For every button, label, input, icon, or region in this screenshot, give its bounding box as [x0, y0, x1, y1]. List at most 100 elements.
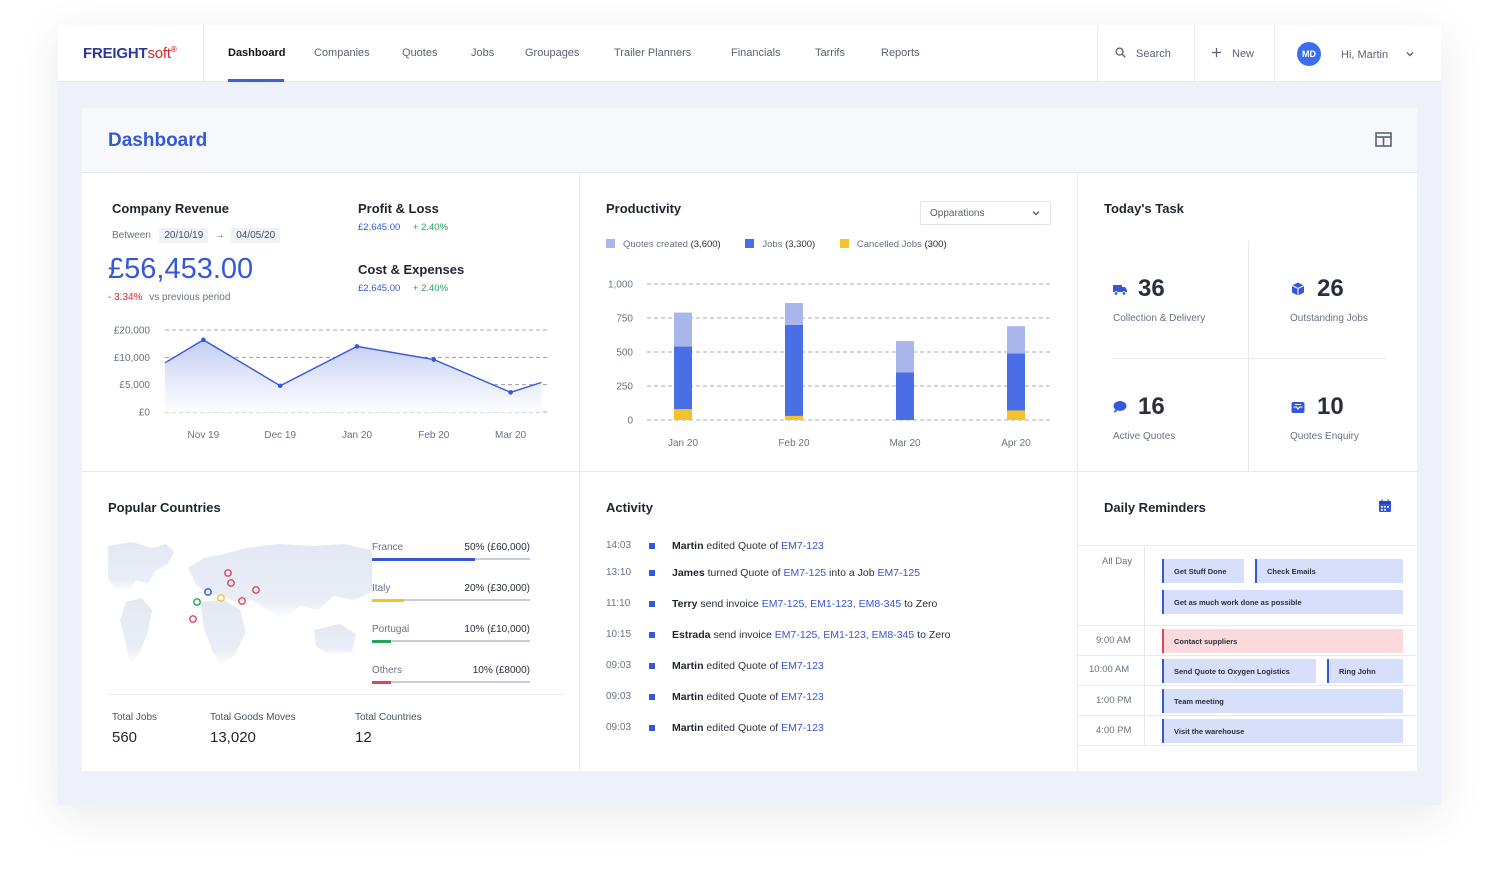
divider — [1274, 25, 1275, 82]
nav-reports[interactable]: Reports — [881, 47, 920, 59]
reminder-time-9am: 9:00 AM — [1096, 635, 1131, 646]
event-contact-suppliers[interactable]: Contact suppliers — [1162, 629, 1403, 653]
world-map[interactable] — [108, 540, 372, 676]
nav-financials[interactable]: Financials — [731, 47, 781, 59]
inbox-icon — [1291, 402, 1305, 413]
event-visit-warehouse[interactable]: Visit the warehouse — [1162, 719, 1403, 743]
country-row[interactable]: France 50% (£60,000) — [372, 542, 530, 562]
chevron-down-icon — [1032, 211, 1040, 216]
productivity-chart: 1,000 750 500 250 0 Jan 20 Feb 20 Mar 20 Apr 20 — [608, 280, 1052, 449]
dashboard-card: Dashboard Company Revenue Between 20/10/… — [82, 108, 1417, 771]
event-get-work-done[interactable]: Get as much work done as possible — [1162, 590, 1403, 614]
activity-reference-link[interactable]: EM7-125, EM1-123, EM8-345 — [762, 598, 901, 610]
reminder-time-all-day: All Day — [1102, 556, 1133, 567]
calendar-icon[interactable] — [1378, 499, 1392, 513]
revenue-panel: Company Revenue Between 20/10/19 → 04/05… — [82, 173, 580, 472]
stat-total-countries-label: Total Countries — [355, 712, 422, 723]
bar-segment — [674, 346, 692, 410]
event-team-meeting[interactable]: Team meeting — [1162, 689, 1403, 713]
revenue-point — [508, 390, 513, 395]
brand-mark: ® — [170, 45, 177, 54]
activity-reference-link[interactable]: EM7-123 — [781, 660, 824, 672]
divider — [1078, 545, 1416, 546]
stat-total-jobs-label: Total Jobs — [112, 712, 158, 723]
event-check-emails[interactable]: Check Emails — [1255, 559, 1403, 583]
map-marker — [189, 615, 197, 623]
from-date[interactable]: 20/10/19 — [159, 228, 209, 243]
event-get-stuff-done[interactable]: Get Stuff Done — [1162, 559, 1244, 583]
activity-text: Terry send invoice EM7-125, EM1-123, EM8… — [672, 598, 938, 610]
legend-count: (3,600) — [690, 239, 721, 250]
y-tick-label: £0 — [139, 408, 151, 419]
to-date[interactable]: 04/05/20 — [231, 228, 281, 243]
brand-name: FREIGHT — [83, 45, 148, 62]
revenue-point — [354, 344, 360, 349]
event-send-quote[interactable]: Send Quote to Oxygen Logistics — [1162, 659, 1316, 683]
legend-cancelled-jobs[interactable]: Cancelled Jobs (300) — [839, 239, 947, 250]
activity-reference-link[interactable]: EM7-125 — [784, 567, 827, 579]
nav-trailer-planners[interactable]: Trailer Planners — [614, 47, 691, 59]
revenue-chart: £20,000 £10,000 £5,000 £0 Nov 19 Dec 19 Jan 20… — [114, 326, 549, 441]
bar-segment — [674, 409, 692, 420]
map-marker — [217, 594, 225, 602]
bar-segment — [785, 324, 803, 416]
y-tick-label: £20,000 — [114, 326, 151, 337]
reminder-time-4pm: 4:00 PM — [1096, 725, 1132, 736]
activity-reference-link[interactable]: EM7-123 — [781, 722, 824, 734]
between-label: Between — [112, 230, 151, 241]
divider — [1078, 685, 1416, 686]
search-button[interactable]: Search — [1115, 47, 1171, 60]
x-tick-label: Mar 20 — [889, 438, 921, 449]
search-label: Search — [1136, 48, 1171, 60]
y-tick-label: 0 — [627, 416, 633, 427]
activity-text: James turned Quote of EM7-125 into a Job… — [672, 567, 921, 579]
nav-jobs[interactable]: Jobs — [471, 47, 494, 59]
nav-dashboard[interactable]: Dashboard — [228, 47, 285, 59]
activity-reference-link[interactable]: EM7-123 — [781, 691, 824, 703]
country-value: 50% (£60,000) — [464, 542, 530, 553]
x-tick-label: Jan 20 — [668, 438, 698, 449]
user-avatar[interactable]: MD — [1297, 42, 1321, 66]
activity-reference-link[interactable]: EM7-125 — [878, 567, 921, 579]
revenue-point — [277, 383, 283, 389]
nav-groupages[interactable]: Groupages — [525, 47, 579, 59]
activity-text: Martin edited Quote of EM7-123 — [672, 540, 824, 552]
new-button[interactable]: New — [1211, 47, 1254, 60]
productivity-filter-select[interactable]: Opparations — [920, 201, 1051, 225]
country-row[interactable]: Italy 20% (£30,000) — [372, 583, 530, 603]
cost-amount: £2,645.00 — [358, 283, 401, 294]
reminders-title: Daily Reminders — [1104, 500, 1206, 515]
bar-segment — [896, 341, 914, 373]
country-name: France — [372, 542, 404, 553]
layout-toggle-icon[interactable] — [1375, 132, 1392, 147]
country-row[interactable]: Portugal 10% (£10,000) — [372, 624, 530, 644]
activity-panel: Activity 14:03 Martin edited Quote of EM7… — [580, 472, 1078, 771]
activity-time: 14:03 — [606, 540, 632, 551]
bar-segment — [785, 415, 803, 420]
legend-label: Jobs — [762, 239, 783, 250]
event-ring-john[interactable]: Ring John — [1327, 659, 1403, 683]
nav-tarrifs[interactable]: Tarrifs — [815, 47, 845, 59]
country-row[interactable]: Others 10% (£8000) — [372, 665, 530, 685]
divider — [1112, 358, 1386, 359]
x-tick-label: Nov 19 — [188, 430, 220, 441]
activity-reference-link[interactable]: EM7-123 — [781, 540, 824, 552]
legend-quotes-created[interactable]: Quotes created (3,600) — [606, 239, 721, 250]
divider — [1078, 745, 1416, 746]
user-menu[interactable]: Hi, Martin — [1341, 49, 1415, 61]
activity-row: 09:03 Martin edited Quote of EM7-123 — [606, 691, 1046, 705]
legend-label: Cancelled Jobs — [856, 239, 922, 250]
y-tick-label: 250 — [616, 382, 633, 393]
activity-reference-link[interactable]: EM7-125, EM1-123, EM8-345 — [775, 629, 914, 641]
brand-logo[interactable]: FREIGHTsoft® — [83, 45, 177, 62]
stat-total-countries-value: 12 — [355, 729, 372, 746]
activity-row: 09:03 Martin edited Quote of EM7-123 — [606, 660, 1046, 674]
revenue-date-range[interactable]: Between 20/10/19 → 04/05/20 — [112, 225, 281, 243]
nav-quotes[interactable]: Quotes — [402, 47, 437, 59]
nav-companies[interactable]: Companies — [314, 47, 370, 59]
legend-jobs[interactable]: Jobs (3,300) — [745, 239, 815, 250]
divider — [1078, 655, 1416, 656]
activity-time: 13:10 — [606, 567, 632, 578]
bar-segment — [1007, 326, 1025, 354]
country-progress-fill — [372, 558, 475, 561]
